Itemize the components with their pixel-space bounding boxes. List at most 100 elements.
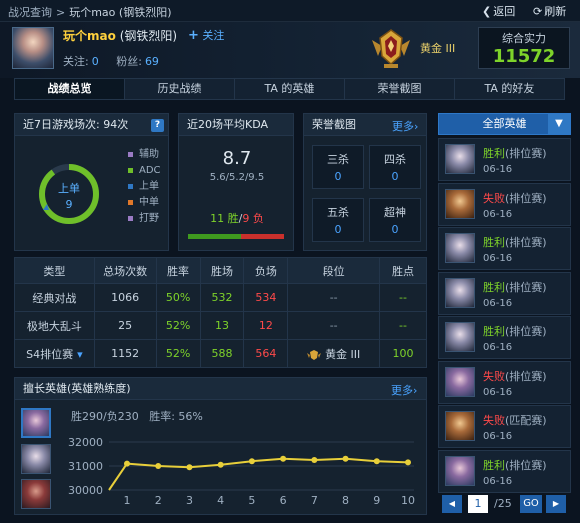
tab-friends[interactable]: TA 的好友	[455, 79, 564, 99]
honor-triple-kill: 三杀 0	[312, 145, 364, 189]
help-icon[interactable]: ?	[151, 119, 164, 132]
prev-page-button[interactable]: ◀	[442, 495, 462, 513]
breadcrumb-separator: >	[56, 6, 66, 19]
honor-legendary: 超神 0	[369, 198, 421, 242]
column-header: 类型	[14, 257, 95, 284]
match-result: 胜利(排位赛)	[483, 325, 547, 338]
x-tick-label: 10	[401, 494, 415, 506]
match-item[interactable]: 失败(匹配赛) 06-16	[438, 405, 571, 448]
honor-panel: 荣誉截图 更多› 三杀 0 四杀 0 五杀 0 超神 0	[303, 113, 427, 251]
hero-record: 胜290/负230 胜率: 56%	[71, 410, 203, 423]
match-result: 失败(排位赛)	[483, 369, 547, 383]
match-date: 06-16	[483, 164, 513, 175]
match-item[interactable]: 胜利(排位赛) 06-16	[438, 271, 571, 315]
role-legend: 辅助 ADC 上单 中单 打野	[128, 147, 161, 227]
data-point	[217, 461, 224, 468]
y-tick-label: 31000	[68, 460, 103, 473]
follow-button[interactable]: + 关注	[188, 27, 224, 43]
match-hero-thumbnail	[445, 322, 475, 352]
match-item[interactable]: 胜利(排位赛) 06-16	[438, 138, 571, 181]
table-row: 经典对战 1066 50% 532 534 -- --	[14, 283, 427, 312]
tab-honor[interactable]: 荣誉截图	[345, 79, 455, 99]
role-label: 上单	[58, 182, 80, 195]
x-tick-label: 8	[342, 494, 349, 506]
honor-quadra-kill: 四杀 0	[369, 145, 421, 189]
x-tick-label: 1	[124, 494, 131, 506]
gold-rank-mini-icon	[307, 349, 322, 360]
player-header: 玩个mao (钢铁烈阳) + 关注 关注: 0 粉丝: 69 黄金 III 综合实力…	[0, 22, 580, 78]
go-button[interactable]: GO	[520, 495, 542, 513]
win-bar-fill	[188, 234, 241, 239]
back-arrow-icon: ❮	[482, 5, 492, 18]
x-tick-label: 3	[186, 494, 193, 506]
x-tick-label: 9	[373, 494, 380, 506]
more-arrow-icon: ›	[414, 120, 419, 133]
next-page-button[interactable]: ▶	[546, 495, 566, 513]
legend-item: 上单	[128, 179, 161, 195]
match-result: 胜利(排位赛)	[483, 280, 547, 294]
kda-detail: 5.6/5.2/9.5	[209, 172, 265, 183]
x-tick-label: 4	[217, 494, 224, 506]
player-avatar	[12, 27, 54, 69]
heroes-more-link[interactable]: 更多›	[391, 382, 417, 398]
refresh-button[interactable]: ⟳ 刷新	[533, 3, 566, 19]
power-score: 综合实力 11572	[478, 27, 570, 69]
match-item[interactable]: 失败(排位赛) 06-16	[438, 182, 571, 226]
tab-history[interactable]: 历史战绩	[125, 79, 235, 99]
hero-thumbnail[interactable]	[21, 479, 51, 509]
honor-penta-kill: 五杀 0	[312, 198, 364, 242]
legend-item: 中单	[128, 195, 161, 211]
match-date: 06-16	[483, 208, 513, 220]
x-tick-label: 5	[248, 494, 255, 506]
match-result: 失败(排位赛)	[483, 191, 547, 205]
match-date: 06-16	[483, 297, 513, 309]
mastery-line-chart: 32000 31000 30000 1 2 3 4 5 6 7 8 9 10	[68, 436, 415, 506]
refresh-icon: ⟳	[533, 5, 543, 18]
tab-overview[interactable]: 战绩总览	[15, 79, 125, 99]
column-header: 胜场	[199, 257, 245, 284]
game-mode-summary-table: 类型 总场次数 胜率 胜场 负场 段位 胜点 经典对战 1066 50% 532…	[14, 257, 427, 368]
match-hero-thumbnail	[445, 455, 475, 486]
match-hero-thumbnail	[445, 411, 475, 441]
page-input[interactable]: 1	[468, 495, 488, 513]
data-point	[311, 457, 318, 463]
column-header: 负场	[243, 257, 289, 284]
hero-thumbnail[interactable]	[21, 444, 51, 474]
data-point	[186, 464, 193, 471]
match-hero-thumbnail	[445, 277, 475, 308]
data-point	[124, 460, 130, 467]
x-tick-label: 2	[155, 494, 162, 506]
recent-games-title: 近7日游戏场次: 94次	[15, 114, 168, 136]
hero-thumbnail[interactable]	[21, 408, 51, 438]
match-item[interactable]: 胜利(排位赛) 06-16	[438, 449, 571, 493]
match-hero-thumbnail	[445, 144, 475, 174]
column-header: 总场次数	[93, 257, 157, 284]
match-item[interactable]: 失败(排位赛) 06-16	[438, 360, 571, 404]
back-button[interactable]: ❮ 返回	[482, 3, 515, 19]
power-value: 11572	[492, 46, 556, 67]
chevron-down-icon: ▼	[548, 114, 570, 134]
match-item[interactable]: 胜利(排位赛) 06-16	[438, 227, 571, 270]
data-point	[155, 463, 162, 469]
player-name: 玩个mao (钢铁烈阳)	[63, 29, 178, 43]
ranked-season-selector[interactable]: S4排位赛 ▾	[14, 339, 95, 368]
legend-swatch	[128, 151, 133, 157]
honor-more-link[interactable]: 更多›	[392, 118, 418, 134]
match-hero-thumbnail	[445, 233, 475, 263]
column-header: 段位	[287, 257, 381, 284]
legend-item: 打野	[128, 211, 161, 227]
match-item[interactable]: 胜利(排位赛) 06-16	[438, 316, 571, 359]
breadcrumb-root[interactable]: 战况查询	[8, 6, 52, 19]
tab-heroes[interactable]: TA 的英雄	[235, 79, 345, 99]
hero-filter-dropdown[interactable]: 全部英雄 ▼	[438, 113, 571, 135]
column-header: 胜率	[155, 257, 201, 284]
match-hero-thumbnail	[445, 188, 475, 219]
match-date: 06-16	[483, 342, 513, 353]
table-row: 极地大乱斗 25 52% 13 12 -- --	[14, 311, 427, 340]
fans-count: 69	[144, 55, 159, 68]
match-hero-thumbnail	[445, 366, 475, 397]
recent-games-panel: 近7日游戏场次: 94次 ? 上单 9 辅助 ADC 上单 中单 打野	[14, 113, 169, 251]
top-heroes-panel: 擅长英雄(英雄熟练度) 更多› 胜290/负230 胜率: 56% 32000 3…	[14, 377, 427, 515]
match-result: 胜利(排位赛)	[483, 147, 547, 160]
win-loss-record: 11 胜/9 负	[210, 212, 264, 225]
